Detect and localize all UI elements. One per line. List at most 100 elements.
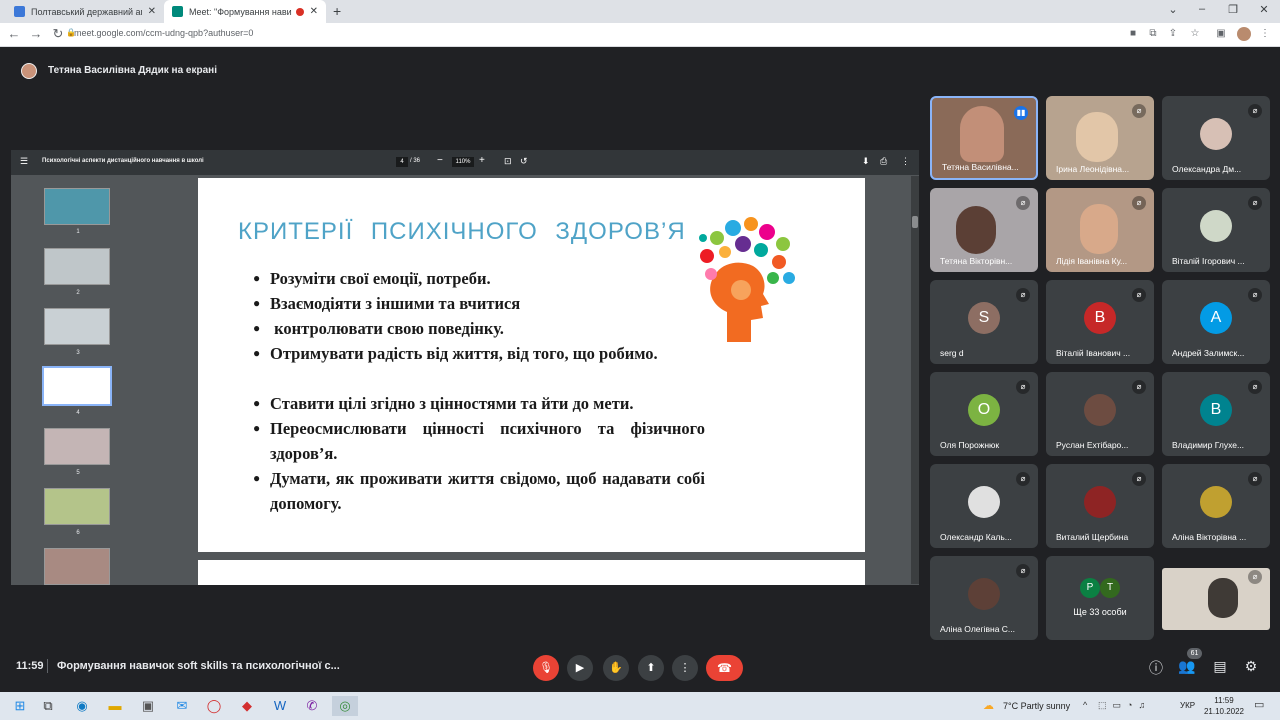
participant-name: Лідія Іванівна Ку...: [1056, 256, 1128, 266]
menu-icon[interactable]: ⋮: [1258, 28, 1272, 39]
avatar: [1200, 210, 1232, 242]
back-icon[interactable]: ←: [5, 26, 23, 41]
close-icon[interactable]: ✕: [310, 6, 318, 17]
mic-off-icon: ⌀: [1016, 196, 1030, 210]
pdf-scrollbar[interactable]: [911, 176, 919, 584]
mic-off-button[interactable]: 🎙: [533, 655, 559, 681]
store-icon[interactable]: ▣: [138, 696, 158, 716]
fit-page-icon[interactable]: ⊡: [504, 156, 512, 167]
calendar-icon: [14, 6, 25, 17]
page-thumbnail[interactable]: [44, 188, 110, 225]
forward-icon[interactable]: →: [27, 26, 45, 41]
present-button[interactable]: ⬆: [638, 655, 664, 681]
thumbnail-number: 5: [76, 470, 80, 476]
participant-tile[interactable]: ⌀ Тетяна Вікторівн...: [930, 188, 1038, 272]
page-number-input[interactable]: 4: [396, 157, 408, 167]
page-thumbnail[interactable]: [44, 488, 110, 525]
participant-tile[interactable]: O ⌀ Оля Порожнюк: [930, 372, 1038, 456]
zoom-out-icon[interactable]: −: [437, 155, 443, 166]
browser-tab-2[interactable]: Meet: "Формування навичо ✕: [164, 0, 326, 23]
participant-tile[interactable]: ⌀ Руслан Ехтібаро...: [1046, 372, 1154, 456]
minimize-icon[interactable]: –: [1190, 3, 1214, 15]
scroll-thumb[interactable]: [912, 216, 918, 228]
share-icon[interactable]: ⇪: [1166, 28, 1180, 39]
more-participants-tile[interactable]: P T Ще 33 особи: [1046, 556, 1154, 640]
tray-chevron-icon[interactable]: ^: [1083, 700, 1087, 710]
page-thumbnail[interactable]: [44, 248, 110, 285]
participant-tile[interactable]: ⌀ Лідія Іванівна Ку...: [1046, 188, 1154, 272]
new-tab-button[interactable]: +: [333, 3, 341, 19]
camera-button[interactable]: ▶: [567, 655, 593, 681]
participant-tile[interactable]: ⌀ Олександр Каль...: [930, 464, 1038, 548]
activities-icon[interactable]: ⚙: [1241, 658, 1261, 675]
participant-tile[interactable]: ⌀ Виталий Щербина: [1046, 464, 1154, 548]
tab-title: Meet: "Формування навичо: [189, 6, 292, 17]
sidepanel-icon[interactable]: ▣: [1214, 28, 1228, 39]
participant-tile[interactable]: B ⌀ Владимир Глухе...: [1162, 372, 1270, 456]
people-icon[interactable]: 👥: [1177, 658, 1197, 675]
page-thumbnail[interactable]: [44, 308, 110, 345]
participant-tile[interactable]: ▮▮ Тетяна Василівна...: [930, 96, 1038, 180]
word-icon[interactable]: W: [270, 696, 290, 716]
participant-name: Виталий Щербина: [1056, 532, 1129, 542]
self-view-tile[interactable]: ⌀: [1162, 568, 1270, 630]
participant-tile[interactable]: ⌀ Ірина Леонідівна...: [1046, 96, 1154, 180]
thumbnail-number: 1: [76, 229, 80, 235]
meeting-title: Формування навичок soft skills та психол…: [57, 660, 340, 672]
page-total: / 36: [410, 158, 421, 164]
mail-icon[interactable]: ✉: [172, 696, 192, 716]
language-indicator[interactable]: УКР: [1180, 701, 1195, 710]
download-icon[interactable]: ⬇: [862, 156, 870, 167]
menu-icon[interactable]: ☰: [20, 156, 28, 167]
chat-icon[interactable]: ▤: [1210, 658, 1230, 675]
participant-tile[interactable]: ⌀ Аліна Олегівна С...: [930, 556, 1038, 640]
participant-tile[interactable]: ⌀ Аліна Вікторівна ...: [1162, 464, 1270, 548]
task-view-icon[interactable]: ⧉: [38, 696, 58, 716]
more-icon[interactable]: ⋮: [901, 156, 910, 167]
info-icon[interactable]: ⓘ: [1146, 658, 1166, 678]
notifications-icon[interactable]: ▭: [1254, 698, 1264, 711]
opera-icon[interactable]: ◯: [204, 696, 224, 716]
chrome-icon[interactable]: ◎: [332, 696, 358, 716]
participant-tile[interactable]: B ⌀ Віталій Іванович ...: [1046, 280, 1154, 364]
participant-tile[interactable]: A ⌀ Андрей Залимск...: [1162, 280, 1270, 364]
page-thumbnail[interactable]: [44, 548, 110, 585]
slide-title: КРИТЕРІЇ ПСИХІЧНОГО ЗДОРОВ’Я: [238, 218, 686, 245]
rotate-icon[interactable]: ↺: [520, 156, 528, 167]
page-thumbnail[interactable]: [44, 428, 110, 465]
raise-hand-button[interactable]: ✋: [603, 655, 629, 681]
print-icon[interactable]: ⎙: [880, 156, 887, 167]
zoom-input[interactable]: 110%: [452, 157, 474, 167]
end-call-button[interactable]: ☎: [706, 655, 743, 681]
edge-icon[interactable]: ◉: [72, 696, 92, 716]
tab-search-icon[interactable]: ⌄: [1161, 3, 1185, 16]
zoom-in-icon[interactable]: +: [479, 155, 485, 166]
profile-avatar[interactable]: [1237, 27, 1251, 41]
mic-off-icon: ⌀: [1248, 472, 1262, 486]
participant-tile[interactable]: S ⌀ serg d: [930, 280, 1038, 364]
recording-icon: [295, 7, 304, 16]
participant-tile[interactable]: ⌀ Олександра Дм...: [1162, 96, 1270, 180]
close-icon[interactable]: ✕: [148, 6, 156, 17]
mic-off-icon: ⌀: [1248, 570, 1262, 584]
taskbar-date: 21.10.2022: [1203, 707, 1245, 716]
browser-tab-1[interactable]: Полтавський державний аграр ✕: [6, 0, 164, 23]
camera-icon[interactable]: ■: [1126, 28, 1140, 39]
tray-icons[interactable]: ⬚▭◔♫: [1098, 700, 1151, 711]
taskbar-clock[interactable]: 11:59 21.10.2022: [1203, 695, 1245, 717]
participant-tile[interactable]: ⌀ Віталій Ігорович ...: [1162, 188, 1270, 272]
page-thumbnail-selected[interactable]: [42, 366, 112, 406]
url-field[interactable]: meet.google.com/ccm-udng-qpb?authuser=0: [74, 28, 253, 38]
file-explorer-icon[interactable]: ▬: [105, 696, 125, 716]
restore-icon[interactable]: ❐: [1221, 3, 1245, 16]
reload-icon[interactable]: ↻: [49, 26, 67, 42]
windows-start-icon[interactable]: ⊞: [10, 696, 30, 716]
mic-off-icon: ⌀: [1132, 196, 1146, 210]
weather-label[interactable]: 7°C Partly sunny: [1003, 701, 1070, 711]
app-icon[interactable]: ◆: [237, 696, 257, 716]
viber-icon[interactable]: ✆: [302, 696, 322, 716]
close-window-icon[interactable]: ✕: [1252, 3, 1276, 16]
more-options-button[interactable]: ⋮: [672, 655, 698, 681]
translate-icon[interactable]: ⧉: [1146, 28, 1160, 39]
bookmark-icon[interactable]: ☆: [1188, 28, 1202, 39]
